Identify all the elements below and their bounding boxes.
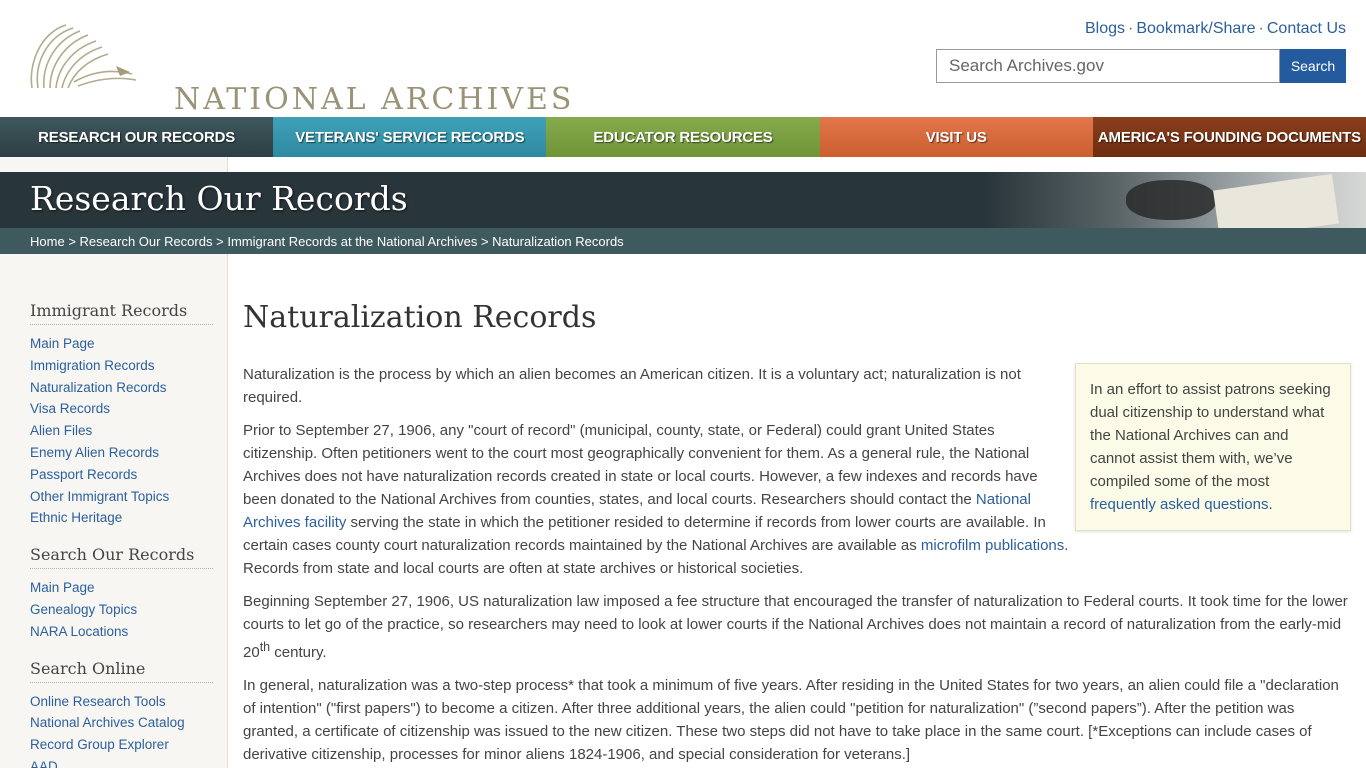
sidebar-link-other-immigrant-topics[interactable]: Other Immigrant Topics bbox=[30, 486, 213, 508]
breadcrumb-separator: > bbox=[216, 234, 224, 249]
sidebar-link-alien-files[interactable]: Alien Files bbox=[30, 420, 213, 442]
breadcrumb-research-our-records[interactable]: Research Our Records bbox=[80, 234, 213, 249]
faq-link[interactable]: frequently asked questions bbox=[1090, 496, 1268, 513]
nav-visit-us[interactable]: Visit Us bbox=[819, 117, 1093, 157]
breadcrumb-current: Naturalization Records bbox=[492, 234, 624, 249]
sidebar-link-visa-records[interactable]: Visa Records bbox=[30, 398, 213, 420]
paragraph-before-1906: Prior to September 27, 1906, any "court … bbox=[243, 419, 1069, 580]
sidebar-link-ethnic-heritage[interactable]: Ethnic Heritage bbox=[30, 507, 213, 529]
dual-citizenship-callout: In an effort to assist patrons seeking d… bbox=[1075, 363, 1351, 531]
breadcrumb-separator: > bbox=[68, 234, 76, 249]
national-archives-logo[interactable]: NATIONAL ARCHIVES bbox=[28, 22, 571, 117]
paragraph-intro: Naturalization is the process by which a… bbox=[243, 363, 1069, 409]
callout-text: In an effort to assist patrons seeking d… bbox=[1090, 381, 1331, 490]
sidebar-link-enemy-alien-records[interactable]: Enemy Alien Records bbox=[30, 442, 213, 464]
bookmark-share-link[interactable]: Bookmark/Share bbox=[1136, 20, 1255, 37]
separator: · bbox=[1258, 20, 1264, 37]
nav-americas-founding-documents[interactable]: America's Founding Documents bbox=[1092, 117, 1366, 157]
sidebar-section-immigrant-records: Immigrant Records Main Page Immigration … bbox=[30, 301, 213, 529]
nav-research-our-records[interactable]: Research Our Records bbox=[0, 117, 274, 157]
sidebar-heading: Search Online bbox=[30, 659, 213, 683]
sidebar-link-main-page[interactable]: Main Page bbox=[30, 333, 213, 355]
breadcrumb-home[interactable]: Home bbox=[30, 234, 65, 249]
page-title: Naturalization Records bbox=[243, 300, 597, 335]
superscript: th bbox=[259, 640, 271, 654]
paragraph-two-step-process: In general, naturalization was a two-ste… bbox=[243, 674, 1353, 766]
paragraph-text: In general, naturalization was a two-ste… bbox=[243, 677, 1339, 763]
sidebar-link-immigration-records[interactable]: Immigration Records bbox=[30, 355, 213, 377]
eagle-logo-icon bbox=[30, 24, 137, 89]
callout-text-end: . bbox=[1268, 496, 1273, 513]
contact-us-link[interactable]: Contact Us bbox=[1267, 20, 1346, 37]
search-button[interactable]: Search bbox=[1280, 49, 1346, 83]
sidebar-link-passport-records[interactable]: Passport Records bbox=[30, 464, 213, 486]
sidebar-section-search-online: Search Online Online Research Tools Nati… bbox=[30, 659, 213, 768]
sidebar-link-main-page[interactable]: Main Page bbox=[30, 577, 213, 599]
microfilm-publications-link[interactable]: microfilm publications bbox=[921, 537, 1064, 554]
sidebar-section-search-our-records: Search Our Records Main Page Genealogy T… bbox=[30, 545, 213, 642]
search-input[interactable] bbox=[936, 49, 1280, 83]
sidebar-link-record-group-explorer[interactable]: Record Group Explorer bbox=[30, 734, 213, 756]
sidebar-link-genealogy-topics[interactable]: Genealogy Topics bbox=[30, 599, 213, 621]
sidebar-heading: Search Our Records bbox=[30, 545, 213, 570]
banner-title: Research Our Records bbox=[30, 179, 408, 218]
nav-educator-resources[interactable]: Educator Resources bbox=[546, 117, 820, 157]
sidebar-link-aad[interactable]: AAD bbox=[30, 756, 213, 768]
paragraph-text: Prior to September 27, 1906, any "court … bbox=[243, 422, 1038, 508]
main-nav: Research Our Records Veterans' Service R… bbox=[0, 117, 1366, 157]
sidebar-link-nara-locations[interactable]: NARA Locations bbox=[30, 621, 213, 643]
paragraph-text: century. bbox=[270, 644, 327, 661]
breadcrumb-immigrant-records[interactable]: Immigrant Records at the National Archiv… bbox=[227, 234, 477, 249]
sidebar-link-national-archives-catalog[interactable]: National Archives Catalog bbox=[30, 712, 213, 734]
banner-photo bbox=[986, 172, 1366, 228]
nav-veterans-service-records[interactable]: Veterans' Service Records bbox=[273, 117, 547, 157]
sidebar-link-online-research-tools[interactable]: Online Research Tools bbox=[30, 691, 213, 713]
utility-links: Blogs · Bookmark/Share · Contact Us bbox=[1085, 20, 1346, 38]
paragraph-text: Naturalization is the process by which a… bbox=[243, 366, 1021, 406]
page-banner: Research Our Records bbox=[0, 172, 1366, 228]
breadcrumb: Home > Research Our Records > Immigrant … bbox=[0, 228, 1366, 254]
paragraph-text: Beginning September 27, 1906, US natural… bbox=[243, 593, 1348, 661]
paragraph-after-1906: Beginning September 27, 1906, US natural… bbox=[243, 590, 1353, 664]
breadcrumb-separator: > bbox=[480, 234, 489, 249]
blogs-link[interactable]: Blogs bbox=[1085, 20, 1125, 37]
sidebar-link-naturalization-records[interactable]: Naturalization Records bbox=[30, 377, 213, 399]
separator: · bbox=[1128, 20, 1134, 37]
sidebar-heading: Immigrant Records bbox=[30, 301, 213, 325]
logo-wordmark: NATIONAL ARCHIVES bbox=[174, 82, 575, 117]
site-header: NATIONAL ARCHIVES Blogs · Bookmark/Share · C… bbox=[0, 0, 1366, 117]
